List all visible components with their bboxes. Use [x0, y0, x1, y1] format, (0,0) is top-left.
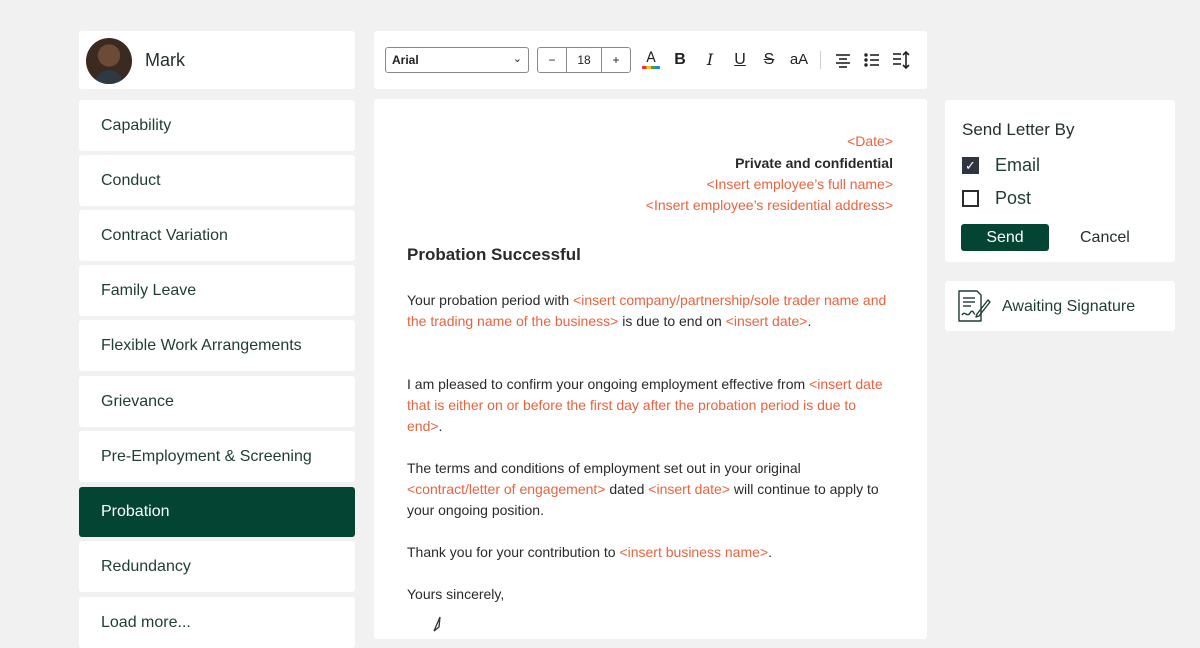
nav-item-probation[interactable]: Probation — [79, 487, 355, 537]
letter-employee-address: <Insert employee’s residential address> — [645, 197, 893, 213]
post-label: Post — [995, 188, 1032, 208]
post-checkbox[interactable] — [962, 190, 979, 207]
change-case-icon[interactable]: aA — [786, 47, 812, 73]
send-button[interactable]: Send — [961, 224, 1049, 251]
font-size-input[interactable]: 18 — [566, 48, 602, 72]
font-size-stepper: − 18 + — [537, 47, 631, 73]
send-letter-title: Send Letter By — [962, 120, 1075, 139]
nav-item-flexible-work-arrangements[interactable]: Flexible Work Arrangements — [79, 320, 355, 371]
load-more-button[interactable]: Load more... — [79, 597, 355, 648]
nav-item-conduct[interactable]: Conduct — [79, 155, 355, 206]
line-spacing-icon[interactable] — [890, 47, 912, 73]
user-profile-card[interactable]: Mark — [79, 31, 355, 89]
font-family-select[interactable]: Arial ⌄ — [385, 47, 529, 73]
nav-item-grievance[interactable]: Grievance — [79, 376, 355, 427]
letter-title: Probation Successful — [407, 245, 581, 264]
decrease-font-size-button[interactable]: − — [538, 48, 566, 72]
letter-paragraph-1: Your probation period with <insert compa… — [407, 292, 887, 329]
nav-item-family-leave[interactable]: Family Leave — [79, 265, 355, 316]
bullet-list-icon[interactable] — [861, 47, 883, 73]
increase-font-size-button[interactable]: + — [602, 48, 630, 72]
email-checkbox[interactable]: ✓ — [962, 157, 979, 174]
avatar — [86, 38, 132, 84]
italic-icon[interactable]: I — [699, 47, 721, 73]
cancel-button[interactable]: Cancel — [1080, 224, 1130, 251]
svg-text:A: A — [646, 50, 656, 66]
letter-document[interactable]: <Date> Private and confidential <Insert … — [374, 99, 927, 639]
underline-icon[interactable]: U — [729, 47, 751, 73]
align-center-icon[interactable] — [832, 47, 854, 73]
editor-toolbar: Arial ⌄ − 18 + A B I U S aA — [374, 31, 927, 89]
letter-paragraph-2: I am pleased to confirm your ongoing emp… — [407, 376, 883, 434]
letter-paragraph-3: The terms and conditions of employment s… — [407, 460, 879, 518]
letter-paragraph-4: Thank you for your contribution to <inse… — [407, 544, 772, 560]
font-family-value: Arial — [392, 53, 419, 67]
nav-item-capability[interactable]: Capability — [79, 100, 355, 151]
email-option[interactable]: ✓ Email — [962, 155, 1040, 176]
user-name: Mark — [145, 50, 185, 70]
letter-employee-name: <Insert employee’s full name> — [706, 176, 893, 192]
status-label: Awaiting Signature — [1002, 298, 1136, 315]
status-card: Awaiting Signature — [945, 281, 1175, 331]
strikethrough-icon[interactable]: S — [758, 47, 780, 73]
send-letter-panel: Send Letter By ✓ Email Post Send Cancel — [945, 100, 1175, 262]
toolbar-divider — [820, 51, 821, 69]
nav-item-contract-variation[interactable]: Contract Variation — [79, 210, 355, 261]
document-signature-icon — [955, 288, 991, 324]
bold-icon[interactable]: B — [669, 47, 691, 73]
chevron-down-icon: ⌄ — [512, 53, 522, 65]
nav-item-redundancy[interactable]: Redundancy — [79, 541, 355, 592]
signature-mark — [430, 613, 450, 639]
letter-date: <Date> — [847, 133, 893, 149]
letter-confidential: Private and confidential — [735, 155, 893, 171]
letter-closing: Yours sincerely, — [407, 586, 505, 602]
nav-item-pre-employment-screening[interactable]: Pre-Employment & Screening — [79, 431, 355, 482]
post-option[interactable]: Post — [962, 188, 1031, 209]
email-label: Email — [995, 155, 1041, 175]
text-color-icon[interactable]: A — [640, 47, 662, 73]
